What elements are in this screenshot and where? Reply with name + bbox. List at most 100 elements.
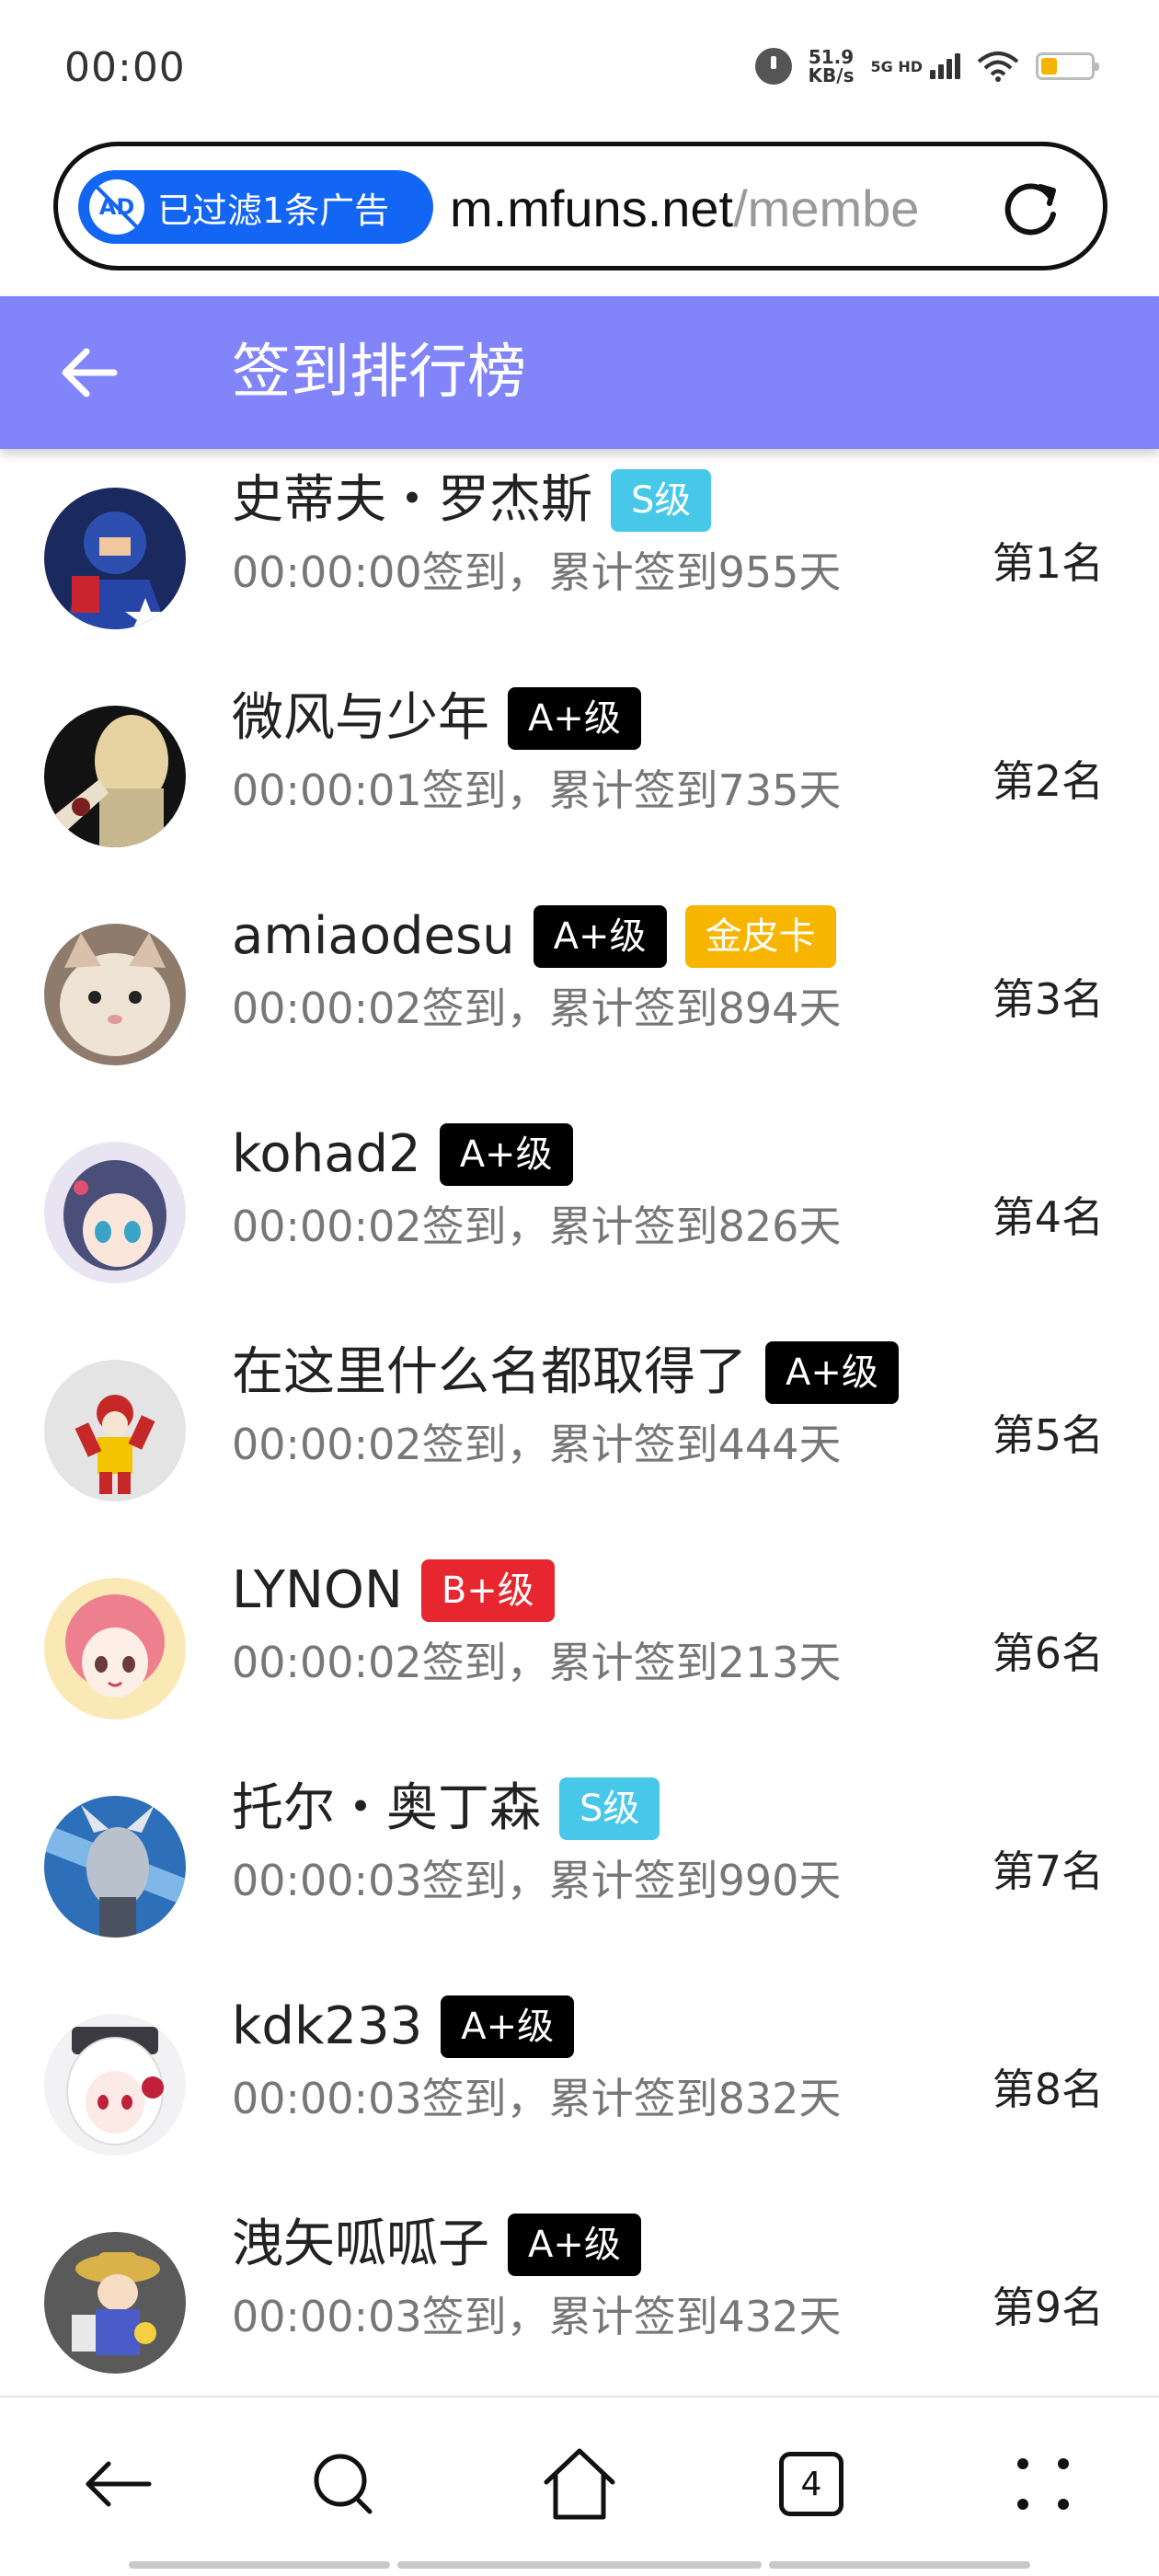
level-badge: A+级 <box>508 2214 641 2276</box>
more-dots-icon <box>1017 2458 1069 2510</box>
url-host: m.mfuns.net <box>450 179 734 237</box>
network-speed: 51.9 KB/s <box>809 48 855 85</box>
level-badge: B+级 <box>420 1559 555 1622</box>
user-name[interactable]: 在这里什么名都取得了 <box>232 1340 747 1406</box>
ranking-row[interactable]: 洩矢呱呱子 A+级 00:00:03签到，累计签到432天 第9名 <box>0 2193 1159 2396</box>
captain-america-avatar[interactable] <box>44 488 186 629</box>
ranking-row[interactable]: 在这里什么名都取得了 A+级 00:00:02签到，累计签到444天 第5名 <box>0 1321 1159 1539</box>
gesture-indicator-left <box>129 2561 390 2569</box>
level-badge: A+级 <box>508 687 641 750</box>
ad-filter-pill[interactable]: AD 已过滤1条广告 <box>78 170 433 244</box>
user-name[interactable]: 托尔・奥丁森 <box>232 1776 541 1842</box>
checkin-info: 00:00:02签到，累计签到826天 <box>232 1202 842 1251</box>
level-badge: A+级 <box>441 1995 575 2058</box>
checkin-info: 00:00:03签到，累计签到832天 <box>232 2074 842 2123</box>
url-text[interactable]: m.mfuns.net/membe <box>450 172 1020 246</box>
ranking-row[interactable]: LYNON B+级 00:00:02签到，累计签到213天 第6名 <box>0 1539 1159 1757</box>
user-name[interactable]: 微风与少年 <box>232 685 489 752</box>
checkin-info: 00:00:02签到，累计签到213天 <box>232 1638 842 1687</box>
ranking-row[interactable]: kohad2 A+级 00:00:02签到，累计签到826天 第4名 <box>0 1103 1159 1321</box>
url-path: /membe <box>733 179 920 237</box>
white-hair-girl-avatar[interactable] <box>44 2014 186 2156</box>
level-badge: A+级 <box>765 1341 899 1404</box>
ranking-row[interactable]: kdk233 A+级 00:00:03签到，累计签到832天 第8名 <box>0 1975 1159 2193</box>
ranking-list: 史蒂夫・罗杰斯 S级 00:00:00签到，累计签到955天 第1名 微风与少年… <box>0 449 1159 2396</box>
network-type: 5G HD <box>870 57 923 75</box>
nav-menu-button[interactable] <box>1004 2445 1082 2523</box>
thor-avatar[interactable] <box>44 1796 186 1938</box>
ranking-row[interactable]: 微风与少年 A+级 00:00:01签到，累计签到735天 第2名 <box>0 667 1159 885</box>
rank-label: 第7名 <box>992 1846 1104 1896</box>
back-arrow-icon[interactable] <box>55 339 123 407</box>
status-icons: 51.9 KB/s 5G HD <box>754 48 1099 85</box>
ranking-row[interactable]: 托尔・奥丁森 S级 00:00:03签到，累计签到990天 第7名 <box>0 1757 1159 1975</box>
gesture-indicator-center <box>397 2561 762 2569</box>
reload-icon[interactable] <box>1002 178 1062 238</box>
level-badge: A+级 <box>533 905 667 968</box>
rank-label: 第9名 <box>992 2283 1104 2332</box>
clown-avatar[interactable] <box>44 1360 186 1501</box>
name-line: kdk233 A+级 <box>232 1994 575 2060</box>
name-line: LYNON B+级 <box>232 1558 555 1624</box>
checkin-info: 00:00:03签到，累计签到990天 <box>232 1856 842 1905</box>
anime-character-avatar[interactable] <box>44 706 186 847</box>
name-line: 史蒂夫・罗杰斯 S级 <box>232 467 712 534</box>
name-line: 微风与少年 A+级 <box>232 685 641 752</box>
nav-back-button[interactable] <box>79 2445 156 2523</box>
suwako-figure-avatar[interactable] <box>44 2232 186 2374</box>
battery-icon <box>1036 52 1099 80</box>
user-name[interactable]: amiaodesu <box>232 903 515 970</box>
gesture-indicator-right <box>769 2561 1030 2569</box>
network-speed-unit: KB/s <box>808 64 855 86</box>
user-name[interactable]: kdk233 <box>232 1994 422 2060</box>
name-line: kohad2 A+级 <box>232 1121 573 1188</box>
status-bar: 00:00 51.9 KB/s 5G HD <box>0 0 1159 138</box>
rank-label: 第6名 <box>992 1628 1104 1678</box>
checkin-info: 00:00:02签到，累计签到444天 <box>232 1420 842 1469</box>
ranking-row[interactable]: amiaodesu A+级 金皮卡 00:00:02签到，累计签到894天 第3… <box>0 885 1159 1103</box>
signal-icon <box>930 53 960 79</box>
page-title: 签到排行榜 <box>232 339 526 407</box>
pink-hair-girl-avatar[interactable] <box>44 1578 186 1719</box>
status-time: 00:00 <box>64 44 186 91</box>
tabs-count-icon: 4 <box>779 2452 843 2516</box>
checkin-info: 00:00:03签到，累计签到432天 <box>232 2292 842 2341</box>
app-header: 签到排行榜 <box>0 296 1159 449</box>
checkin-info: 00:00:01签到，累计签到735天 <box>232 765 842 815</box>
rank-label: 第4名 <box>992 1192 1104 1242</box>
nav-tabs-button[interactable]: 4 <box>773 2445 850 2523</box>
alarm-icon <box>754 48 792 85</box>
checkin-info: 00:00:00签到，累计签到955天 <box>232 547 842 597</box>
user-name[interactable]: 洩矢呱呱子 <box>232 2212 489 2278</box>
battery-level <box>1041 58 1057 75</box>
home-icon <box>544 2448 615 2520</box>
ranking-row[interactable]: 史蒂夫・罗杰斯 S级 00:00:00签到，累计签到955天 第1名 <box>0 449 1159 667</box>
name-line: amiaodesu A+级 金皮卡 <box>232 903 836 970</box>
network-speed-value: 51.9 <box>808 46 855 68</box>
nav-home-button[interactable] <box>541 2445 618 2523</box>
rank-label: 第3名 <box>992 974 1104 1024</box>
cat-avatar[interactable] <box>44 924 186 1065</box>
user-name[interactable]: kohad2 <box>232 1121 421 1188</box>
level-badge: A+级 <box>439 1123 573 1186</box>
name-line: 在这里什么名都取得了 A+级 <box>232 1340 899 1406</box>
ad-block-icon: AD <box>89 179 144 235</box>
rank-label: 第2名 <box>992 756 1104 806</box>
rank-label: 第8名 <box>992 2064 1104 2114</box>
golden-card-badge: 金皮卡 <box>684 905 836 968</box>
user-name[interactable]: LYNON <box>232 1558 403 1624</box>
address-bar[interactable]: AD 已过滤1条广告 m.mfuns.net/membe <box>53 142 1107 270</box>
name-line: 托尔・奥丁森 S级 <box>232 1776 660 1842</box>
back-icon <box>86 2461 152 2507</box>
bottom-nav: 4 <box>0 2396 1159 2576</box>
name-line: 洩矢呱呱子 A+级 <box>232 2212 641 2278</box>
user-name[interactable]: 史蒂夫・罗杰斯 <box>232 467 592 534</box>
level-badge: S级 <box>611 469 712 532</box>
checkin-info: 00:00:02签到，累计签到894天 <box>232 983 842 1033</box>
ad-filter-text: 已过滤1条广告 <box>157 190 390 231</box>
search-icon <box>314 2454 373 2514</box>
nav-search-button[interactable] <box>307 2445 384 2523</box>
anime-girl-avatar[interactable] <box>44 1142 186 1283</box>
level-badge: S级 <box>559 1777 660 1840</box>
rank-label: 第1名 <box>992 538 1104 588</box>
